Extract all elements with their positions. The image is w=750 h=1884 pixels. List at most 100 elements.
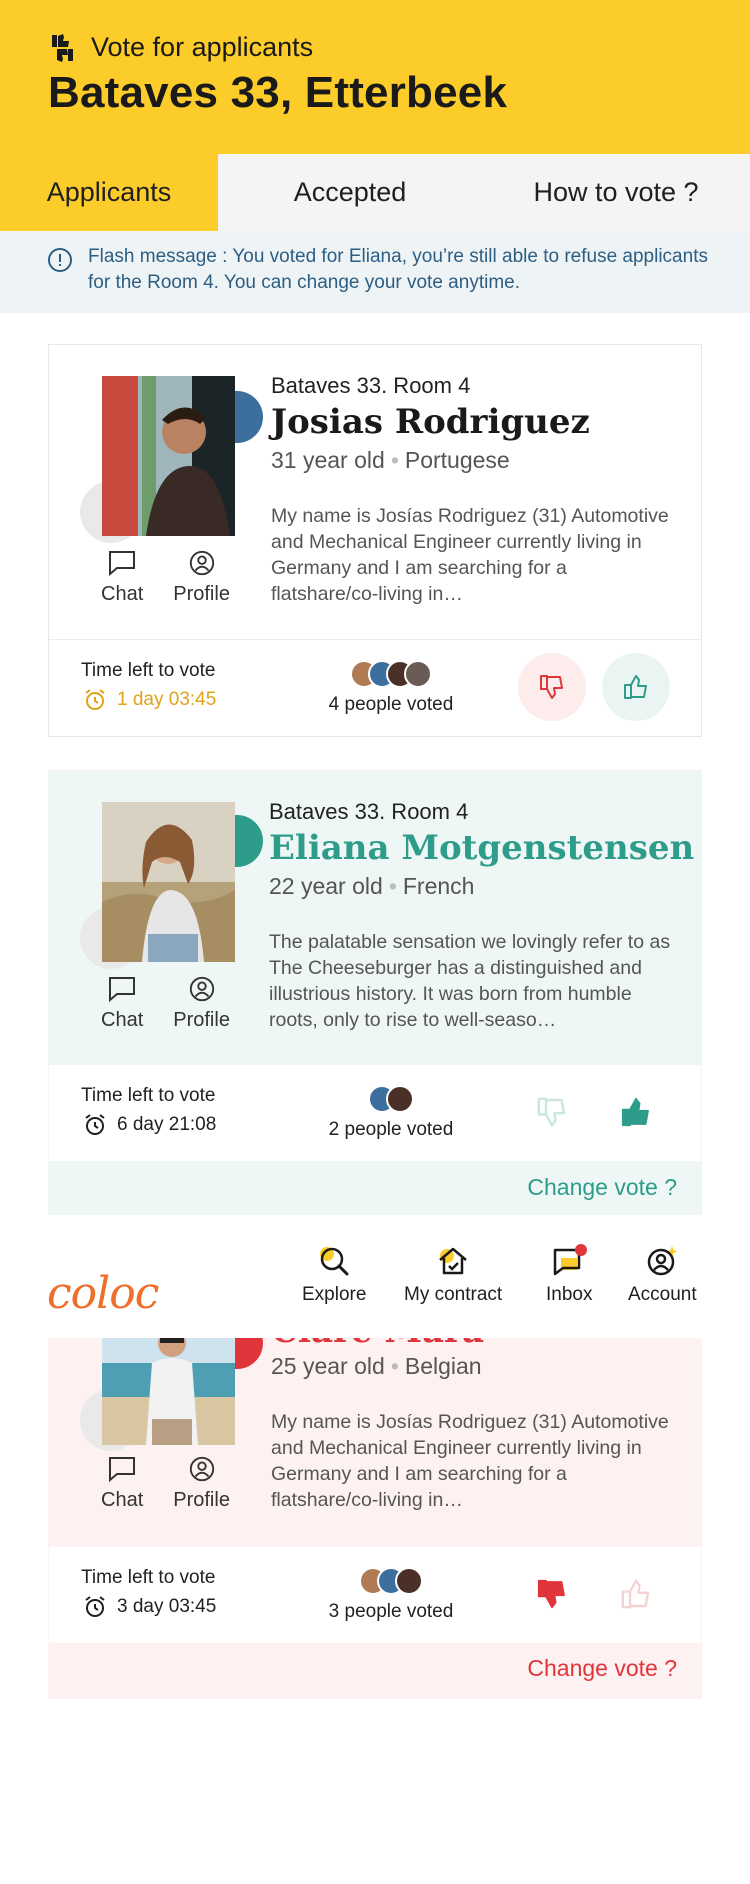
nav-my-contract-label: My contract [404,1284,503,1305]
thumbs-down-button[interactable] [518,1078,586,1146]
voted-count: 2 people voted [328,1119,454,1140]
alarm-clock-icon [85,1596,105,1617]
header-subtitle-text: Vote for applicants [91,32,314,62]
vote-row: Time left to vote 3 day 03:45 3 people v… [49,1547,701,1643]
nav-account-label: Account [628,1284,697,1305]
applicant-bio: My name is Josías Rodriguez (31) Automot… [271,505,669,605]
applicant-name[interactable]: Josias Rodriguez [271,402,590,442]
profile-icon [189,1456,214,1482]
profile-icon [189,976,214,1002]
chat-icon [553,1244,588,1276]
change-vote-link[interactable]: Change vote ? [49,1644,703,1696]
tab-how-to-vote[interactable]: How to vote ? [482,154,750,231]
voted-count: 4 people voted [328,694,454,715]
voters-summary: 4 people voted [311,660,471,716]
avatar [395,1567,423,1595]
profile-button[interactable]: Profile [173,549,230,606]
applicant-age: 31 year old [271,447,385,473]
thumbs-up-button[interactable] [602,1078,670,1146]
profile-label: Profile [173,1009,230,1031]
profile-label: Profile [173,583,230,605]
nav-explore-label: Explore [302,1284,367,1305]
thumbs-down-button[interactable] [518,1560,586,1628]
profile-icon [189,550,214,576]
applicant-meta: 25 year old • Belgian [271,1353,482,1379]
profile-label: Profile [173,1489,230,1511]
thumbs-up-icon [621,1097,649,1127]
applicant-card: Chat Profile Bataves 33. Room 4 Josias R… [48,344,702,737]
time-left-value: 1 day 03:45 [83,688,216,712]
chat-icon [109,977,136,1003]
time-left-text: 1 day 03:45 [117,689,217,710]
nav-inbox-label: Inbox [546,1284,593,1305]
chat-label: Chat [101,1489,144,1511]
search-icon [320,1247,349,1276]
chat-label: Chat [101,1009,144,1031]
chat-icon [109,551,136,577]
applicant-bio: The palatable sensation we lovingly refe… [269,931,671,1031]
voted-count: 3 people voted [328,1601,454,1622]
applicant-age: 25 year old [271,1353,385,1379]
applicant-name[interactable]: Eliana Motgenstensen [269,828,694,868]
chat-button[interactable]: Chat [101,975,143,1032]
time-left-value: 3 day 03:45 [83,1595,216,1619]
house-icon [439,1247,467,1275]
time-left-text: 3 day 03:45 [117,1596,217,1617]
applicant-bio: My name is Josías Rodriguez (31) Automot… [271,1411,669,1511]
time-left-label: Time left to vote [81,1567,216,1588]
voters-summary: 2 people voted [311,1085,471,1141]
profile-button[interactable]: Profile [173,975,230,1032]
thumbs-down-icon [540,675,563,699]
vote-row: Time left to vote 1 day 03:45 4 people v… [49,639,701,735]
applicant-nationality: Belgian [404,1353,482,1379]
voter-avatars [311,660,471,688]
thumbs-up-icon [624,675,647,699]
vote-row: Time left to vote 6 day 21:08 2 people v… [49,1065,701,1161]
thumbs-down-icon [537,1097,566,1127]
notification-dot [575,1244,588,1256]
page-header: Vote for applicants Bataves 33, Etterbee… [0,0,750,154]
thumbs-down-button[interactable] [518,653,586,721]
alarm-clock-icon [85,1114,105,1135]
time-left-value: 6 day 21:08 [83,1113,216,1137]
profile-button[interactable]: Profile [173,1455,230,1512]
room-label: Bataves 33. Room 4 [269,799,469,824]
room-label: Bataves 33. Room 4 [271,373,471,398]
nav-explore[interactable]: Explore [302,1244,366,1306]
applicant-meta: 31 year old • Portugese [271,447,510,473]
info-icon [48,248,72,272]
nav-my-contract[interactable]: My contract [404,1244,502,1306]
voters-summary: 3 people voted [311,1567,471,1623]
voter-avatars [311,1567,471,1595]
chat-button[interactable]: Chat [101,549,143,606]
user-circle-icon [648,1246,678,1276]
applicant-photo [102,376,235,536]
vote-thumbs-icon [52,33,73,62]
chat-label: Chat [101,583,144,605]
applicant-photo [102,1323,235,1445]
nav-account[interactable]: Account [628,1244,697,1306]
thumbs-up-icon [621,1579,650,1609]
chat-button[interactable]: Chat [101,1455,143,1512]
applicant-nationality: French [402,873,475,899]
time-left-text: 6 day 21:08 [117,1114,217,1135]
thumbs-up-button[interactable] [602,653,670,721]
alarm-clock-icon [85,689,105,710]
header-subtitle: Vote for applicants [49,32,313,63]
chat-icon [109,1457,136,1483]
applicant-meta: 22 year old • French [269,873,475,899]
applicant-nationality: Portugese [404,447,510,473]
time-left-label: Time left to vote [81,1085,216,1106]
coloc-logo[interactable]: coloc [47,1268,159,1319]
tab-applicants[interactable]: Applicants [0,154,218,231]
page-title: Bataves 33, Etterbeek [48,68,508,117]
applicant-age: 22 year old [269,873,383,899]
time-left-label: Time left to vote [81,660,216,681]
change-vote-link[interactable]: Change vote ? [49,1163,703,1215]
voter-avatars [311,1085,471,1113]
thumbs-up-button[interactable] [602,1560,670,1628]
avatar [404,660,432,688]
flash-message: Flash message : You voted for Eliana, yo… [88,246,708,293]
tab-accepted[interactable]: Accepted [218,154,482,231]
nav-inbox[interactable]: Inbox [546,1244,592,1306]
